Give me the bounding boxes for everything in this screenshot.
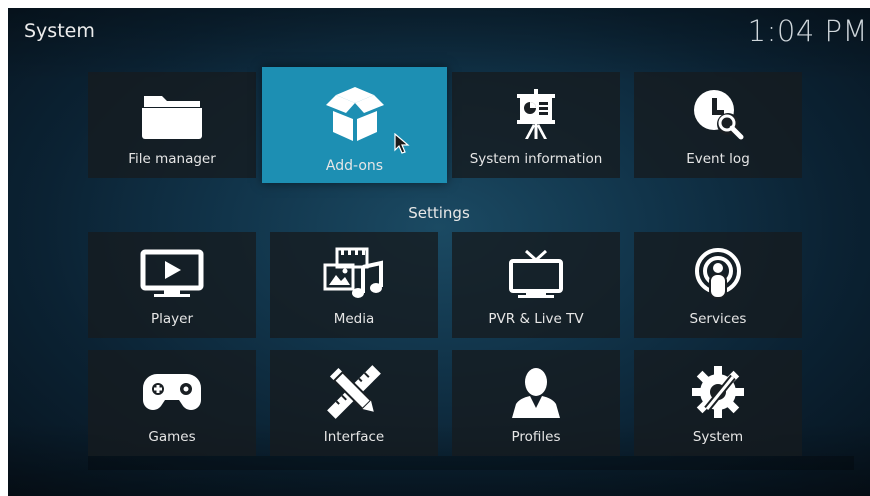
tile-label: Media [333, 311, 375, 327]
tile-label: Add-ons [325, 158, 384, 174]
gamepad-icon [88, 364, 256, 420]
tile-interface[interactable]: Interface [270, 350, 438, 456]
tile-label: Games [148, 429, 196, 445]
bottom-shadow-bar [88, 456, 854, 470]
tile-system[interactable]: System [634, 350, 802, 456]
user-icon [452, 364, 620, 420]
tile-label: Services [689, 311, 747, 327]
clock-search-icon [634, 86, 802, 142]
tile-label: File manager [128, 151, 216, 167]
folder-icon [88, 86, 256, 142]
pencil-ruler-icon [270, 364, 438, 420]
settings-section-label: Settings [408, 204, 470, 222]
clock: 1:04 PM [747, 14, 868, 48]
tile-games[interactable]: Games [88, 350, 256, 456]
tile-file-manager[interactable]: File manager [88, 72, 256, 178]
tile-services[interactable]: Services [634, 232, 802, 338]
mouse-pointer-icon [394, 133, 410, 155]
tv-icon [452, 246, 620, 302]
tile-add-ons[interactable]: Add-ons [262, 67, 447, 183]
tile-label: Event log [686, 151, 750, 167]
tile-system-information[interactable]: System information [452, 72, 620, 178]
tile-event-log[interactable]: Event log [634, 72, 802, 178]
podcast-icon [634, 246, 802, 302]
tile-label: PVR & Live TV [488, 311, 584, 327]
tile-label: Profiles [511, 429, 561, 445]
presentation-icon [452, 86, 620, 142]
gears-icon [634, 364, 802, 420]
tile-label: System information [469, 151, 603, 167]
play-screen-icon [88, 246, 256, 302]
tile-media[interactable]: Media [270, 232, 438, 338]
tile-label: Player [150, 311, 193, 327]
kodi-system-screen: System 1:04 PM File manager Add-ons Syst… [8, 8, 870, 496]
media-icon [270, 246, 438, 302]
tile-label: System [692, 429, 744, 445]
tile-profiles[interactable]: Profiles [452, 350, 620, 456]
tile-pvr-live-tv[interactable]: PVR & Live TV [452, 232, 620, 338]
page-title: System [24, 20, 95, 42]
tile-player[interactable]: Player [88, 232, 256, 338]
tile-label: Interface [323, 429, 385, 445]
box-icon [262, 85, 447, 141]
